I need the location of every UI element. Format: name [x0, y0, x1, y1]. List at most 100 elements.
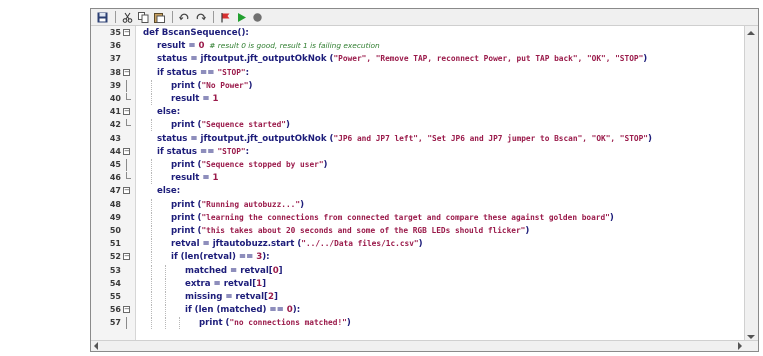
fold-toggle-icon[interactable]: − [123, 187, 130, 195]
code-token-kw: ] [262, 278, 267, 289]
fold-toggle-icon[interactable]: − [123, 147, 130, 155]
code-line[interactable]: if (len (matched) == 0): [135, 304, 745, 317]
line-number: 54 [109, 278, 121, 288]
code-area[interactable]: def BscanSequence(): result = 0 # result … [135, 26, 745, 343]
code-token-str: "STOP" [217, 67, 246, 77]
indent-guide [151, 93, 153, 105]
line-number: 50 [109, 226, 121, 235]
cut-icon[interactable] [120, 11, 134, 24]
code-line[interactable]: print ("no connections matched!") [135, 317, 745, 330]
gutter-row: 55 [91, 291, 135, 303]
gutter-row: 44− [91, 146, 135, 158]
code-line[interactable]: print ("learning the connections from co… [135, 211, 745, 224]
undo-icon[interactable] [177, 11, 191, 24]
paste-icon[interactable] [152, 11, 166, 24]
indent-guide [151, 225, 153, 237]
code-line[interactable]: if status == "STOP": [135, 146, 745, 158]
stop-icon[interactable] [250, 11, 264, 24]
code-token-kw: def BscanSequence(): [143, 28, 249, 38]
gutter-row: 38− [91, 67, 135, 79]
fold-toggle-icon[interactable]: − [123, 108, 130, 116]
code-line[interactable]: print ("Sequence stopped by user") [135, 159, 745, 171]
code-line[interactable]: if status == "STOP": [135, 67, 745, 79]
code-token-kw: ): [292, 305, 301, 316]
fold-guide-line [126, 79, 127, 92]
scroll-left-icon[interactable] [94, 342, 98, 350]
code-token-kw: ) [300, 199, 304, 210]
fold-toggle-icon[interactable]: − [123, 68, 130, 76]
code-token-kw: ) [643, 54, 648, 65]
gutter-row: 49 [91, 212, 135, 224]
code-text: print ("Sequence stopped by user") [171, 159, 327, 171]
code-line[interactable]: def BscanSequence(): [135, 27, 745, 39]
code-token-cmt: # result 0 is good, result 1 is failing … [204, 41, 380, 51]
code-token-num: 1 [212, 94, 219, 104]
breakpoint-icon[interactable] [218, 11, 232, 24]
code-line[interactable]: result = 1 [135, 93, 745, 105]
vertical-scrollbar[interactable] [744, 26, 758, 343]
indent-guide [151, 264, 153, 277]
code-line[interactable]: status = jftoutput.jft_outputOkNok ("Pow… [135, 53, 745, 65]
run-icon[interactable] [234, 11, 248, 24]
gutter-row: 54 [91, 278, 135, 290]
indent-guide [151, 119, 153, 132]
code-token-str: "no connections matched!" [229, 318, 347, 328]
code-token-kw: ) [285, 120, 290, 131]
code-text: result = 1 [171, 93, 219, 105]
scroll-up-icon[interactable] [747, 31, 755, 35]
code-line[interactable]: print ("Running autobuzz...") [135, 198, 745, 211]
code-line[interactable]: status = jftoutput.jft_outputOkNok ("JP6… [135, 133, 745, 145]
redo-icon[interactable] [193, 11, 207, 24]
scroll-right-icon[interactable] [738, 342, 742, 350]
code-line[interactable]: matched = retval[0] [135, 264, 745, 277]
code-line[interactable]: if (len(retval) == 3): [135, 251, 745, 264]
copy-icon[interactable] [136, 11, 150, 24]
code-text: print ("Sequence started") [171, 119, 290, 131]
code-line[interactable]: result = 1 [135, 172, 745, 185]
code-token-str: "Sequence stopped by user" [201, 160, 324, 169]
fold-guide-line [126, 159, 127, 171]
code-line[interactable]: print ("this takes about 20 seconds and … [135, 225, 745, 237]
fold-guide-end [126, 125, 131, 127]
indent-guide [151, 238, 153, 251]
code-line[interactable]: else: [135, 106, 745, 118]
code-token-kw: missing = retval[ [185, 292, 268, 302]
code-token-kw: ) [609, 212, 614, 223]
gutter-row: 37 [91, 53, 135, 65]
code-text: print ("No Power") [171, 80, 252, 92]
code-line[interactable]: print ("No Power") [135, 79, 745, 92]
code-token-kw: ] [273, 292, 278, 302]
code-line[interactable]: retval = jftautobuzz.start ("../../Data … [135, 238, 745, 251]
code-line[interactable]: else: [135, 185, 745, 197]
code-line[interactable]: result = 0 # result 0 is good, result 1 … [135, 40, 745, 52]
horizontal-scrollbar[interactable] [91, 340, 758, 351]
code-token-kw: else: [157, 107, 181, 118]
fold-toggle-icon[interactable]: − [123, 306, 130, 314]
gutter-row: 43 [91, 133, 135, 145]
line-number: 41 [109, 107, 121, 117]
line-number: 36 [109, 41, 121, 51]
gutter-row: 53 [91, 265, 135, 277]
fold-toggle-icon[interactable]: − [123, 253, 130, 261]
indent-guide [151, 172, 153, 185]
line-number: 44 [109, 146, 121, 156]
gutter-row: 46 [91, 172, 135, 184]
code-token-kw: print ( [171, 80, 202, 91]
gutter-row: 39 [91, 79, 135, 92]
scroll-down-icon[interactable] [747, 335, 755, 339]
code-token-str: "this takes about 20 seconds and some of… [201, 226, 526, 235]
code-line[interactable]: missing = retval[2] [135, 291, 745, 303]
code-token-kw: retval = jftautobuzz.start ( [171, 239, 302, 250]
code-text: result = 0 # result 0 is good, result 1 … [157, 40, 380, 52]
save-icon[interactable] [95, 11, 109, 24]
code-token-str: "Sequence started" [201, 120, 286, 130]
code-line[interactable]: print ("Sequence started") [135, 119, 745, 132]
code-line[interactable]: extra = retval[1] [135, 277, 745, 290]
indent-guide [151, 277, 153, 290]
code-token-str: "../../Data files/1c.csv" [301, 239, 419, 249]
fold-toggle-icon[interactable]: − [123, 29, 130, 36]
code-text: if status == "STOP": [157, 67, 249, 79]
indent-guide [151, 317, 153, 330]
code-text: status = jftoutput.jft_outputOkNok ("JP6… [157, 133, 652, 145]
code-token-kw: matched = retval[ [185, 265, 273, 276]
